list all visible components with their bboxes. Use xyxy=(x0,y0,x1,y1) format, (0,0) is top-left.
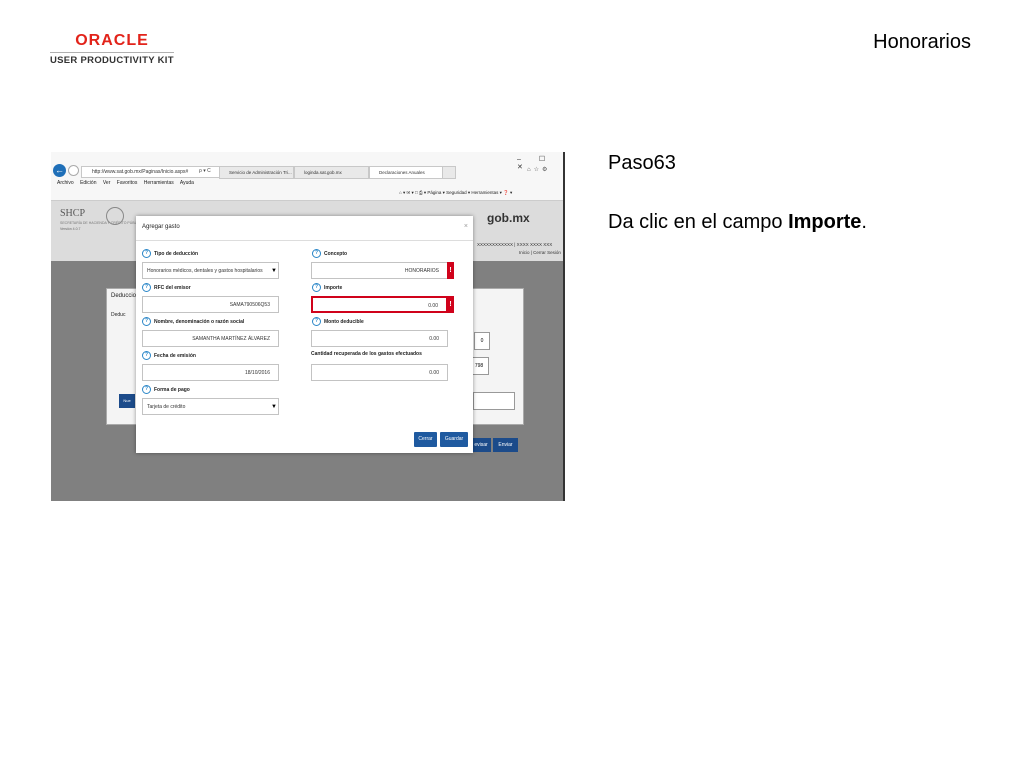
shcp-logo: SHCP xyxy=(60,208,86,219)
forma-pago-select[interactable]: Tarjeta de crédito ▼ xyxy=(142,398,279,415)
close-icon[interactable]: × xyxy=(464,223,468,230)
menu-item[interactable]: Ayuda xyxy=(180,180,194,186)
menu-item[interactable]: Herramientas xyxy=(144,180,174,186)
importe-label-text: Importe xyxy=(324,284,343,291)
background-input xyxy=(473,392,515,410)
session-links[interactable]: Inicio | Cerrar Sesión xyxy=(519,250,561,255)
rfc-emisor-label: ? RFC del emisor xyxy=(142,283,191,292)
modal-title: Agregar gasto xyxy=(142,224,180,230)
chevron-down-icon: ▼ xyxy=(271,404,277,410)
nombre-label-text: Nombre, denominación o razón social xyxy=(154,318,245,325)
browser-chrome: ← http://www.sat.gob.mx/Paginas/Inicio.a… xyxy=(51,152,563,201)
back-arrow-icon[interactable]: ← xyxy=(53,164,66,177)
menu-item[interactable]: Edición xyxy=(80,180,96,186)
help-icon[interactable]: ? xyxy=(312,283,321,292)
chevron-down-icon: ▼ xyxy=(271,268,277,274)
address-bar-controls[interactable]: ρ ▾ C xyxy=(199,166,211,176)
help-icon[interactable]: ? xyxy=(312,317,321,326)
concepto-label: ? Concepto xyxy=(312,249,347,258)
revisar-button: evisar xyxy=(471,438,491,452)
monto-deducible-label-text: Monto deducible xyxy=(324,318,364,325)
nombre-input[interactable]: SAMANTHA MARTÍNEZ ÁLVAREZ xyxy=(142,330,279,347)
cantidad-recuperada-input[interactable]: 0.00 xyxy=(311,364,448,381)
forma-pago-value: Tarjeta de crédito xyxy=(147,404,186,410)
enviar-button: Enviar xyxy=(493,438,518,452)
fecha-emision-label: ? Fecha de emisión xyxy=(142,351,196,360)
logo-divider xyxy=(50,52,174,53)
help-icon[interactable]: ? xyxy=(142,385,151,394)
sat-screenshot: ← http://www.sat.gob.mx/Paginas/Inicio.a… xyxy=(51,152,565,501)
modal-divider xyxy=(136,240,473,241)
shcp-subtitle: SECRETARÍA DE HACIENDA Y CRÉDITO PÚBLICO xyxy=(60,221,143,225)
concepto-label-text: Concepto xyxy=(324,250,348,257)
importe-input[interactable]: 0.00 xyxy=(311,296,448,313)
fecha-emision-input[interactable]: 18/10/2016 xyxy=(142,364,279,381)
monto-deducible-label: ? Monto deducible xyxy=(312,317,364,326)
help-icon[interactable]: ? xyxy=(142,249,151,258)
rfc-emisor-input[interactable]: SAMA790506Q53 xyxy=(142,296,279,313)
monto-deducible-input[interactable]: 0.00 xyxy=(311,330,448,347)
browser-tab-active[interactable]: Declaraciones Anuales xyxy=(369,166,444,179)
instruction-field-name: Importe xyxy=(788,211,862,233)
mexico-seal-icon xyxy=(106,207,124,225)
browser-tab[interactable]: loginda.sat.gob.mx xyxy=(294,166,369,179)
tipo-deduccion-label: ? Tipo de deducción xyxy=(142,249,198,258)
guardar-button[interactable]: Guardar xyxy=(440,432,468,447)
menu-bar: Archivo Edición Ver Favoritos Herramient… xyxy=(57,180,199,186)
deducciones-subitem: Deduc xyxy=(111,312,126,318)
nuevo-button-label: Nue xyxy=(123,398,131,403)
step-number: Paso63 xyxy=(608,152,676,174)
menu-item[interactable]: Favoritos xyxy=(117,180,138,186)
error-icon: ! xyxy=(447,296,454,313)
help-icon[interactable]: ? xyxy=(142,317,151,326)
deducciones-heading: Deduccio xyxy=(111,293,137,299)
menu-item[interactable]: Ver xyxy=(103,180,111,186)
forma-pago-label-text: Forma de pago xyxy=(154,386,190,393)
cantidad-recuperada-label: Cantidad recuperada de los gastos efectu… xyxy=(311,351,422,357)
background-value: 0 xyxy=(474,332,490,350)
new-tab-button[interactable] xyxy=(442,166,456,179)
forward-arrow-icon[interactable] xyxy=(68,165,79,176)
agregar-gasto-modal: Agregar gasto × ? Tipo de deducción Honor… xyxy=(136,216,473,453)
user-rfc: XXXXXXXXXXXX | XXXX XXXX XXX xyxy=(477,242,553,247)
help-icon[interactable]: ? xyxy=(312,249,321,258)
help-icon[interactable]: ? xyxy=(142,283,151,292)
upk-logo-text: USER PRODUCTIVITY KIT xyxy=(50,55,174,66)
nombre-label: ? Nombre, denominación o razón social xyxy=(142,317,244,326)
rfc-emisor-label-text: RFC del emisor xyxy=(154,284,191,291)
tipo-deduccion-label-text: Tipo de deducción xyxy=(154,250,199,257)
browser-tab[interactable]: Servicio de Administración Tri... xyxy=(219,166,294,179)
oracle-logo-text: ORACLE xyxy=(75,32,149,49)
command-bar[interactable]: ⌂ ▾ ✉ ▾ □ ⎙ ▾ Página ▾ Seguridad ▾ Herra… xyxy=(399,190,512,196)
version-label: Versión 4.0.7 xyxy=(60,227,81,231)
favorites-icons[interactable]: ⌂☆⚙ xyxy=(527,166,550,173)
slide-title: Honorarios xyxy=(873,31,971,53)
oracle-upk-logo: ORACLE USER PRODUCTIVITY KIT xyxy=(50,33,174,66)
tipo-deduccion-value: Honorarios médicos, dentales y gastos ho… xyxy=(147,268,263,274)
forma-pago-label: ? Forma de pago xyxy=(142,385,190,394)
nuevo-button: Nue xyxy=(119,394,135,408)
tipo-deduccion-select[interactable]: Honorarios médicos, dentales y gastos ho… xyxy=(142,262,279,279)
importe-label: ? Importe xyxy=(312,283,342,292)
concepto-input[interactable]: HONORARIOS xyxy=(311,262,448,279)
instruction-suffix: . xyxy=(861,211,867,233)
instruction-prefix: Da clic en el campo xyxy=(608,211,789,233)
step-instruction: Da clic en el campo Importe. xyxy=(608,211,867,234)
help-icon[interactable]: ? xyxy=(142,351,151,360)
error-icon: ! xyxy=(447,262,454,279)
cerrar-button[interactable]: Cerrar xyxy=(414,432,437,447)
gob-mx-logo: gob.mx xyxy=(487,211,530,225)
fecha-emision-label-text: Fecha de emisión xyxy=(154,352,196,359)
menu-item[interactable]: Archivo xyxy=(57,180,74,186)
